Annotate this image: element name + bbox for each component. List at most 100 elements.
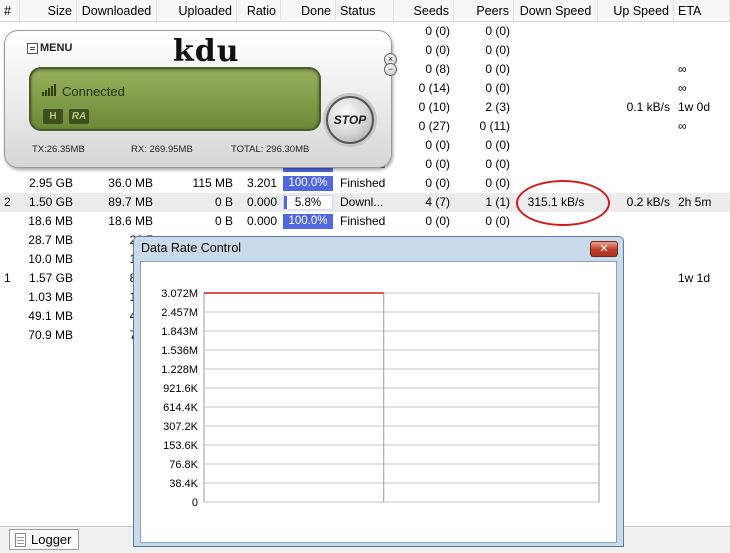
col-up-speed[interactable]: Up Speed: [598, 0, 674, 22]
cell-down-speed: [514, 136, 598, 155]
h-button[interactable]: H: [43, 109, 63, 124]
down-speed-highlight-ellipse: [516, 180, 610, 226]
menu-icon: [27, 42, 38, 54]
cell-down-speed: [514, 117, 598, 136]
widget-minimize-button[interactable]: −: [384, 63, 397, 76]
cell-size: 1.50 GB: [28, 195, 73, 209]
col-eta[interactable]: ETA: [674, 0, 730, 22]
cell-up-speed: [598, 117, 674, 136]
cell-index: [0, 212, 20, 231]
col-downloaded[interactable]: Downloaded: [77, 0, 157, 22]
cell-seeds: 0 (27): [418, 119, 450, 133]
cell-index: [0, 250, 20, 269]
done-percent: 100.0%: [288, 215, 328, 227]
cell-size: 1.03 MB: [28, 290, 73, 304]
cell-status: Finished: [340, 214, 386, 228]
cell-status: Downl...: [340, 195, 384, 209]
cell-up-speed: [598, 41, 674, 60]
cell-eta: [674, 250, 730, 269]
cell-up-speed: [598, 174, 674, 193]
done-progress-bar: 100.0%: [283, 176, 333, 191]
cell-eta: ∞: [678, 62, 687, 76]
cell-downloaded: 18.6 MB: [108, 214, 153, 228]
tab-logger[interactable]: Logger: [9, 529, 79, 550]
cell-eta: [674, 288, 730, 307]
cell-index: [0, 307, 20, 326]
done-percent: 5.8%: [294, 197, 322, 209]
cell-peers: 0 (0): [485, 214, 510, 228]
cell-size: 10.0 MB: [28, 252, 73, 266]
cell-size: 1.57 GB: [28, 271, 73, 285]
cell-seeds: 0 (0): [425, 138, 450, 152]
data-rate-chart: 3.072M 2.457M 1.843M 1.536M 1.228M 921.6K 614.…: [161, 288, 600, 509]
plot-area: [203, 292, 600, 503]
dialog-close-button[interactable]: ✕: [590, 241, 618, 257]
cell-eta: 1w 0d: [678, 100, 711, 114]
y-tick-label: 1.228M: [161, 364, 198, 376]
y-tick-label: 921.6K: [163, 383, 199, 395]
cell-seeds: 0 (14): [418, 81, 450, 95]
dialog-title: Data Rate Control: [141, 241, 242, 255]
cell-index: 2: [4, 195, 11, 209]
cell-peers: 0 (11): [479, 119, 510, 133]
cell-eta: [674, 41, 730, 60]
col-size[interactable]: Size: [20, 0, 77, 22]
cell-eta: [674, 231, 730, 250]
cell-down-speed: [514, 98, 598, 117]
cell-down-speed: [514, 79, 598, 98]
table-row[interactable]: 2.95 GB 36.0 MB 115 MB 3.201 Finished 0 (0) 0 …: [0, 174, 730, 193]
cell-size: 70.9 MB: [28, 328, 73, 342]
y-tick-label: 614.4K: [163, 402, 199, 414]
cell-seeds: 4 (7): [425, 195, 450, 209]
stop-button[interactable]: STOP: [326, 96, 374, 144]
cell-up-speed: [598, 136, 674, 155]
cell-eta: [674, 212, 730, 231]
col-index[interactable]: #: [0, 0, 20, 22]
cell-eta: [674, 174, 730, 193]
cell-seeds: 0 (10): [418, 100, 450, 114]
cell-size: 28.7 MB: [28, 233, 73, 247]
cell-eta: [674, 326, 730, 345]
col-status[interactable]: Status: [336, 0, 394, 22]
cell-uploaded: 115 MB: [192, 176, 233, 190]
menu-button[interactable]: MENU: [27, 41, 72, 55]
cell-peers: 0 (0): [485, 157, 510, 171]
col-peers[interactable]: Peers: [454, 0, 514, 22]
cell-seeds: 0 (0): [425, 24, 450, 38]
cell-peers: 0 (0): [485, 43, 510, 57]
cell-size: 49.1 MB: [28, 309, 73, 323]
table-row[interactable]: 2 1.50 GB 89.7 MB 0 B 0.000 Downl... 4 (7) 1 (1…: [0, 193, 730, 212]
y-tick-label: 1.536M: [161, 345, 198, 357]
cell-downloaded: 89.7 MB: [108, 195, 153, 209]
ra-button[interactable]: RA: [69, 109, 89, 124]
cell-up-speed: [598, 22, 674, 41]
col-uploaded[interactable]: Uploaded: [157, 0, 237, 22]
cell-up-speed: [598, 60, 674, 79]
cell-peers: 0 (0): [485, 62, 510, 76]
cell-peers: 2 (3): [485, 100, 510, 114]
y-tick-label: 38.4K: [169, 478, 198, 490]
y-tick-label: 307.2K: [163, 421, 199, 433]
cell-up-speed: [598, 212, 674, 231]
kdu-body: MENU kdu Connected H RA TX:26.35MB RX: 2…: [4, 30, 392, 168]
col-seeds[interactable]: Seeds: [394, 0, 454, 22]
cell-eta: [674, 22, 730, 41]
col-done[interactable]: Done: [281, 0, 336, 22]
col-ratio[interactable]: Ratio: [237, 0, 281, 22]
done-progress-bar: 5.8%: [283, 195, 333, 210]
cell-down-speed: [514, 60, 598, 79]
cell-seeds: 0 (8): [425, 62, 450, 76]
cell-seeds: 0 (0): [425, 176, 450, 190]
cell-ratio: 3.201: [246, 176, 277, 190]
total-stat: TOTAL: 296.30MB: [231, 144, 310, 155]
y-tick-label: 153.6K: [163, 440, 199, 452]
signal-icon: [42, 84, 56, 96]
dialog-client-area: 3.072M 2.457M 1.843M 1.536M 1.228M 921.6K 614.…: [140, 261, 617, 543]
table-row[interactable]: 18.6 MB 18.6 MB 0 B 0.000 Finished 0 (0) 0 (0)…: [0, 212, 730, 231]
cell-ratio: 0.000: [246, 195, 277, 209]
cell-down-speed: [514, 155, 598, 174]
cell-peers: 0 (0): [485, 81, 510, 95]
y-tick-label: 3.072M: [161, 288, 198, 300]
col-down-speed[interactable]: Down Speed: [514, 0, 598, 22]
cell-index: [0, 174, 20, 193]
